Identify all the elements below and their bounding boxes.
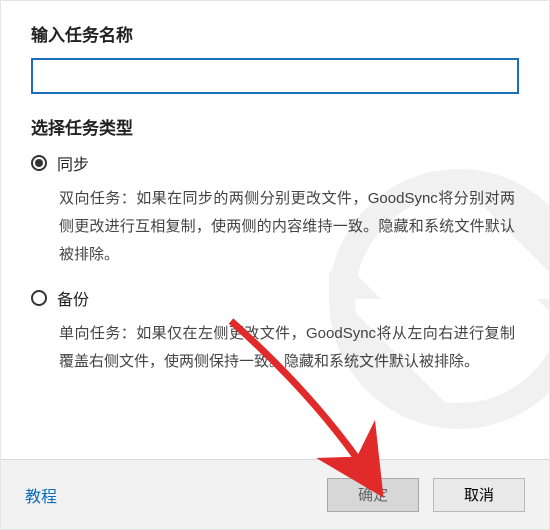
radio-icon [31,290,47,306]
tutorial-link[interactable]: 教程 [25,483,57,507]
dialog-content: 输入任务名称 选择任务类型 同步 双向任务：如果在同步的两侧分别更改文件，Goo… [1,1,549,459]
radio-dot-icon [35,159,43,167]
sync-description: 双向任务：如果在同步的两侧分别更改文件，GoodSync将分别对两侧更改进行互相… [59,185,515,268]
dialog-frame: 输入任务名称 选择任务类型 同步 双向任务：如果在同步的两侧分别更改文件，Goo… [0,0,550,530]
task-name-input[interactable] [31,58,519,94]
radio-sync[interactable]: 同步 [31,151,519,175]
ok-button[interactable]: 确定 [327,478,419,512]
radio-icon [31,155,47,171]
radio-backup-label: 备份 [57,286,89,310]
dialog-footer: 教程 确定 取消 [1,459,549,529]
radio-backup[interactable]: 备份 [31,286,519,310]
input-section-title: 输入任务名称 [31,21,519,46]
spacer [31,94,519,114]
type-section-title: 选择任务类型 [31,114,519,139]
backup-description: 单向任务：如果仅在左侧更改文件，GoodSync将从左向右进行复制覆盖右侧文件，… [59,320,515,376]
cancel-button[interactable]: 取消 [433,478,525,512]
radio-sync-label: 同步 [57,151,89,175]
